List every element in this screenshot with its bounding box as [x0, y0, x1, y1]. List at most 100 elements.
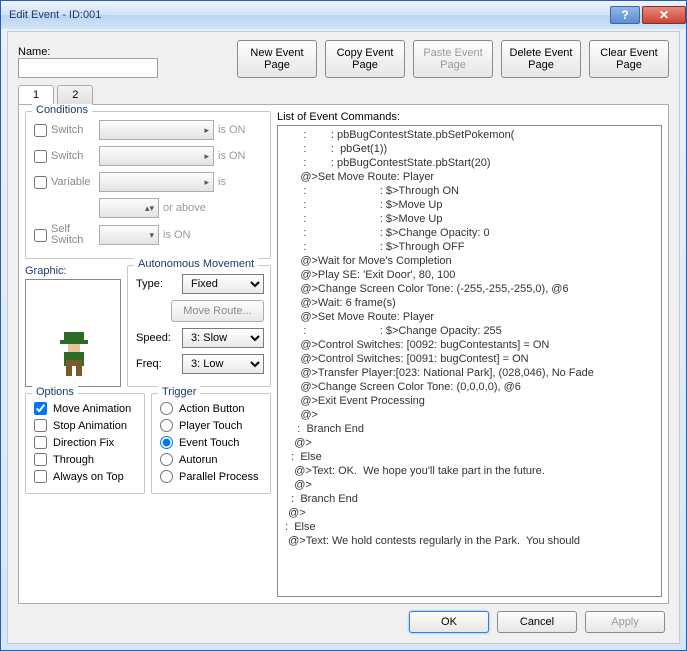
action-button-label: Action Button — [179, 403, 244, 415]
command-line[interactable]: : : pbBugContestState.pbStart(20) — [282, 156, 659, 170]
name-block: Name: — [18, 46, 158, 78]
command-line[interactable]: : : $>Move Up — [282, 198, 659, 212]
command-line[interactable]: @>Exit Event Processing — [282, 394, 659, 408]
paste-page-button: Paste Event Page — [413, 40, 493, 78]
command-line[interactable]: @>Wait: 6 frame(s) — [282, 296, 659, 310]
selfswitch-checkbox[interactable] — [34, 229, 47, 242]
command-line[interactable]: : Branch End — [282, 422, 659, 436]
window-title: Edit Event - ID:001 — [9, 9, 608, 21]
switch2-dropdown[interactable]: ▸ — [99, 146, 214, 166]
command-line[interactable]: : Else — [282, 450, 659, 464]
command-line[interactable]: @>Set Move Route: Player — [282, 170, 659, 184]
options-group: Options Move Animation Stop Animation Di… — [25, 393, 145, 494]
command-line[interactable]: : : $>Change Opacity: 0 — [282, 226, 659, 240]
tabstrip: 1 2 — [18, 84, 669, 104]
selfswitch-dropdown[interactable]: ▾ — [99, 225, 159, 245]
selfswitch-suffix: is ON — [163, 229, 209, 241]
always-top-label: Always on Top — [53, 471, 124, 483]
graphic-legend: Graphic: — [25, 265, 121, 277]
question-icon: ? — [621, 8, 628, 22]
new-page-button[interactable]: New Event Page — [237, 40, 317, 78]
stop-anim-label: Stop Animation — [53, 420, 127, 432]
tabpage: Conditions Switch ▸ is ON Switch ▸ is ON — [18, 104, 669, 604]
switch2-checkbox[interactable] — [34, 150, 47, 163]
help-button[interactable]: ? — [610, 6, 640, 24]
command-line[interactable]: @> — [282, 436, 659, 450]
command-line[interactable]: @>Change Screen Color Tone: (0,0,0,0), @… — [282, 380, 659, 394]
command-line[interactable]: @>Text: We hold contests regularly in th… — [282, 534, 659, 548]
graphic-preview[interactable] — [25, 279, 121, 387]
switch2-label: Switch — [51, 150, 95, 162]
conditions-legend: Conditions — [32, 104, 92, 116]
top-row: Name: New Event Page Copy Event Page Pas… — [18, 40, 669, 78]
clear-page-button[interactable]: Clear Event Page — [589, 40, 669, 78]
speed-label: Speed: — [136, 332, 176, 344]
command-line[interactable]: @>Wait for Move's Completion — [282, 254, 659, 268]
command-line[interactable]: : Branch End — [282, 492, 659, 506]
command-line[interactable]: : : $>Through ON — [282, 184, 659, 198]
action-button-radio[interactable] — [160, 402, 173, 415]
direction-fix-checkbox[interactable] — [34, 436, 47, 449]
speed-select[interactable]: 3: Slow — [182, 328, 264, 348]
name-input[interactable] — [18, 58, 158, 78]
variable-value-spinner[interactable]: ▴▾ — [99, 198, 159, 218]
command-line[interactable]: @>Control Switches: [0091: bugContest] =… — [282, 352, 659, 366]
freq-select[interactable]: 3: Low — [182, 354, 264, 374]
parallel-radio[interactable] — [160, 470, 173, 483]
parallel-label: Parallel Process — [179, 471, 258, 483]
command-line[interactable]: @> — [282, 408, 659, 422]
through-checkbox[interactable] — [34, 453, 47, 466]
type-select[interactable]: Fixed — [182, 274, 264, 294]
variable-suffix: is — [218, 176, 264, 188]
command-line[interactable]: @>Play SE: 'Exit Door', 80, 100 — [282, 268, 659, 282]
command-line[interactable]: @>Transfer Player:[023: National Park], … — [282, 366, 659, 380]
command-line[interactable]: @> — [282, 506, 659, 520]
command-line[interactable]: : : pbGet(1)) — [282, 142, 659, 156]
command-line[interactable]: : Else — [282, 520, 659, 534]
copy-page-button[interactable]: Copy Event Page — [325, 40, 405, 78]
direction-fix-label: Direction Fix — [53, 437, 114, 449]
event-touch-radio[interactable] — [160, 436, 173, 449]
through-label: Through — [53, 454, 94, 466]
character-sprite-icon — [58, 332, 90, 376]
command-line[interactable]: @>Change Screen Color Tone: (-255,-255,-… — [282, 282, 659, 296]
selfswitch-label: Self Switch — [51, 224, 95, 246]
player-touch-radio[interactable] — [160, 419, 173, 432]
chevron-right-icon: ▸ — [204, 125, 209, 136]
command-line[interactable]: @> — [282, 478, 659, 492]
delete-page-button[interactable]: Delete Event Page — [501, 40, 581, 78]
chevron-right-icon: ▸ — [204, 151, 209, 162]
switch1-suffix: is ON — [218, 124, 264, 136]
dialog-buttons: OK Cancel Apply — [409, 611, 665, 633]
command-line[interactable]: @>Set Move Route: Player — [282, 310, 659, 324]
event-commands-list[interactable]: : : pbBugContestState.pbSetPokemon( : : … — [277, 125, 662, 597]
move-anim-checkbox[interactable] — [34, 402, 47, 415]
stop-anim-checkbox[interactable] — [34, 419, 47, 432]
tab-1[interactable]: 1 — [18, 85, 54, 104]
ok-button[interactable]: OK — [409, 611, 489, 633]
tab-2[interactable]: 2 — [57, 85, 93, 104]
options-legend: Options — [32, 386, 78, 398]
command-line[interactable]: @>Control Switches: [0092: bugContestant… — [282, 338, 659, 352]
cancel-button[interactable]: Cancel — [497, 611, 577, 633]
titlebar[interactable]: Edit Event - ID:001 ? ✕ — [1, 1, 686, 29]
command-line[interactable]: : : $>Move Up — [282, 212, 659, 226]
trigger-legend: Trigger — [158, 386, 200, 398]
switch2-suffix: is ON — [218, 150, 264, 162]
switch1-dropdown[interactable]: ▸ — [99, 120, 214, 140]
right-column: List of Event Commands: : : pbBugContest… — [277, 111, 662, 597]
command-line[interactable]: : : $>Through OFF — [282, 240, 659, 254]
command-line[interactable]: : : $>Change Opacity: 255 — [282, 324, 659, 338]
autorun-radio[interactable] — [160, 453, 173, 466]
switch1-checkbox[interactable] — [34, 124, 47, 137]
variable-checkbox[interactable] — [34, 176, 47, 189]
command-line[interactable]: : : pbBugContestState.pbSetPokemon( — [282, 128, 659, 142]
always-top-checkbox[interactable] — [34, 470, 47, 483]
switch1-label: Switch — [51, 124, 95, 136]
chevron-down-icon: ▾ — [149, 230, 154, 241]
close-button[interactable]: ✕ — [642, 6, 686, 24]
command-line[interactable]: @>Text: OK. We hope you'll take part in … — [282, 464, 659, 478]
dialog-body: Name: New Event Page Copy Event Page Pas… — [7, 31, 680, 644]
variable-dropdown[interactable]: ▸ — [99, 172, 214, 192]
chevron-right-icon: ▸ — [204, 177, 209, 188]
